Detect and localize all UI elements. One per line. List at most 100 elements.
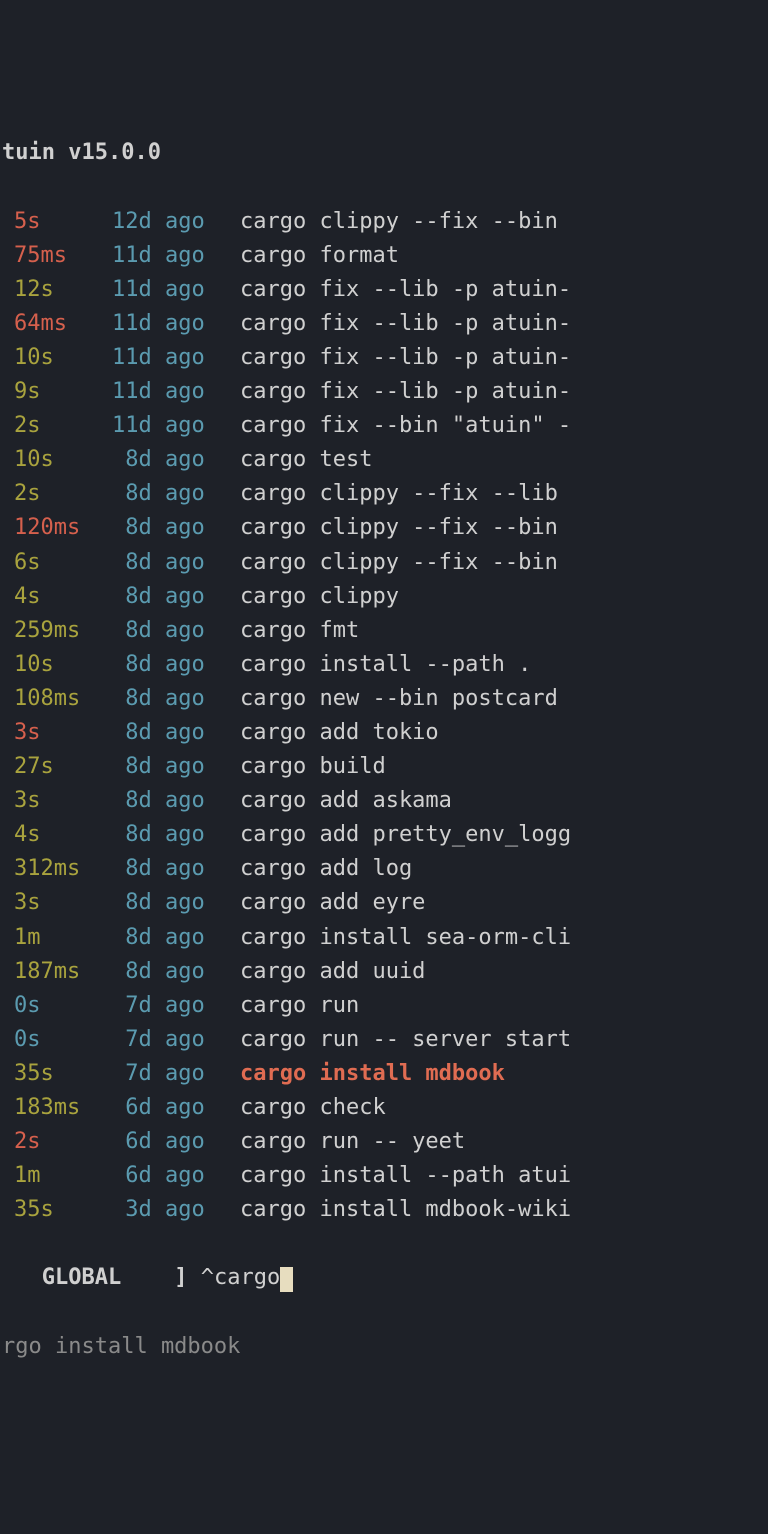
duration: 2s xyxy=(2,409,112,443)
age: 8d ago xyxy=(112,921,240,955)
duration: 3s xyxy=(2,716,112,750)
command: cargo fmt xyxy=(240,614,768,648)
history-row[interactable]: 35s 3d agocargo install mdbook-wiki xyxy=(2,1193,768,1227)
command: cargo clippy --fix --bin xyxy=(240,546,768,580)
history-row[interactable]: 0s 7d agocargo run xyxy=(2,989,768,1023)
history-row[interactable]: 2s11d agocargo fix --bin "atuin" - xyxy=(2,409,768,443)
command: cargo fix --lib -p atuin- xyxy=(240,375,768,409)
age: 8d ago xyxy=(112,580,240,614)
scope-label: GLOBAL xyxy=(42,1265,121,1290)
history-list: 5s12d agocargo clippy --fix --bin 75ms11… xyxy=(0,205,768,1228)
command: cargo clippy xyxy=(240,580,768,614)
age: 11d ago xyxy=(112,273,240,307)
duration: 312ms xyxy=(2,852,112,886)
history-row[interactable]: 1m 6d agocargo install --path atui xyxy=(2,1159,768,1193)
command: cargo fix --bin "atuin" - xyxy=(240,409,768,443)
command: cargo install mdbook xyxy=(240,1057,768,1091)
history-row[interactable]: 1m 8d agocargo install sea-orm-cli xyxy=(2,921,768,955)
history-row[interactable]: 3s 8d agocargo add tokio xyxy=(2,716,768,750)
history-row[interactable]: 5s12d agocargo clippy --fix --bin xyxy=(2,205,768,239)
duration: 4s xyxy=(2,580,112,614)
history-row[interactable]: 6s 8d agocargo clippy --fix --bin xyxy=(2,546,768,580)
age: 7d ago xyxy=(112,1023,240,1057)
age: 8d ago xyxy=(112,477,240,511)
age: 11d ago xyxy=(112,375,240,409)
age: 8d ago xyxy=(112,750,240,784)
command: cargo install sea-orm-cli xyxy=(240,921,768,955)
command: cargo build xyxy=(240,750,768,784)
history-row[interactable]: 9s11d agocargo fix --lib -p atuin- xyxy=(2,375,768,409)
age: 8d ago xyxy=(112,443,240,477)
history-row[interactable]: 3s 8d agocargo add askama xyxy=(2,784,768,818)
age: 8d ago xyxy=(112,546,240,580)
history-row[interactable]: 10s11d agocargo fix --lib -p atuin- xyxy=(2,341,768,375)
duration: 1m xyxy=(2,1159,112,1193)
history-row[interactable]: 108ms 8d agocargo new --bin postcard xyxy=(2,682,768,716)
history-row[interactable]: 183ms 6d agocargo check xyxy=(2,1091,768,1125)
duration: 10s xyxy=(2,341,112,375)
duration: 3s xyxy=(2,886,112,920)
history-row[interactable]: 259ms 8d agocargo fmt xyxy=(2,614,768,648)
age: 8d ago xyxy=(112,886,240,920)
search-bar[interactable]: GLOBAL ] ^cargo xyxy=(0,1261,768,1295)
history-row[interactable]: 10s 8d agocargo install --path . xyxy=(2,648,768,682)
age: 8d ago xyxy=(112,852,240,886)
command: cargo fix --lib -p atuin- xyxy=(240,307,768,341)
duration: 27s xyxy=(2,750,112,784)
command: cargo run -- server start xyxy=(240,1023,768,1057)
history-row[interactable]: 64ms11d agocargo fix --lib -p atuin- xyxy=(2,307,768,341)
command: cargo fix --lib -p atuin- xyxy=(240,273,768,307)
command: cargo clippy --fix --bin xyxy=(240,205,768,239)
duration: 259ms xyxy=(2,614,112,648)
duration: 10s xyxy=(2,443,112,477)
duration: 120ms xyxy=(2,511,112,545)
history-row[interactable]: 4s 8d agocargo clippy xyxy=(2,580,768,614)
history-row[interactable]: 187ms 8d agocargo add uuid xyxy=(2,955,768,989)
history-row[interactable]: 4s 8d agocargo add pretty_env_logg xyxy=(2,818,768,852)
command: cargo test xyxy=(240,443,768,477)
duration: 0s xyxy=(2,1023,112,1057)
history-row[interactable]: 10s 8d agocargo test xyxy=(2,443,768,477)
duration: 64ms xyxy=(2,307,112,341)
command: cargo add tokio xyxy=(240,716,768,750)
command: cargo format xyxy=(240,239,768,273)
command: cargo fix --lib -p atuin- xyxy=(240,341,768,375)
duration: 35s xyxy=(2,1193,112,1227)
age: 8d ago xyxy=(112,716,240,750)
history-row[interactable]: 27s 8d agocargo build xyxy=(2,750,768,784)
command: cargo add pretty_env_logg xyxy=(240,818,768,852)
duration: 183ms xyxy=(2,1091,112,1125)
history-row[interactable]: 75ms11d agocargo format xyxy=(2,239,768,273)
bracket: ] xyxy=(174,1265,187,1290)
age: 8d ago xyxy=(112,955,240,989)
history-row[interactable]: 2s 6d agocargo run -- yeet xyxy=(2,1125,768,1159)
duration: 4s xyxy=(2,818,112,852)
history-row[interactable]: 0s 7d agocargo run -- server start xyxy=(2,1023,768,1057)
age: 11d ago xyxy=(112,307,240,341)
history-row[interactable]: 3s 8d agocargo add eyre xyxy=(2,886,768,920)
age: 7d ago xyxy=(112,989,240,1023)
duration: 9s xyxy=(2,375,112,409)
history-row[interactable]: 2s 8d agocargo clippy --fix --lib xyxy=(2,477,768,511)
search-query[interactable]: ^cargo xyxy=(201,1265,280,1290)
age: 11d ago xyxy=(112,341,240,375)
age: 7d ago xyxy=(112,1057,240,1091)
age: 8d ago xyxy=(112,648,240,682)
command: cargo clippy --fix --bin xyxy=(240,511,768,545)
duration: 2s xyxy=(2,477,112,511)
history-row[interactable]: 12s11d agocargo fix --lib -p atuin- xyxy=(2,273,768,307)
age: 3d ago xyxy=(112,1193,240,1227)
duration: 2s xyxy=(2,1125,112,1159)
duration: 10s xyxy=(2,648,112,682)
preview-line: rgo install mdbook xyxy=(0,1330,768,1364)
app-header: tuin v15.0.0 xyxy=(0,136,768,170)
command: cargo new --bin postcard xyxy=(240,682,768,716)
history-row[interactable]: 120ms 8d agocargo clippy --fix --bin xyxy=(2,511,768,545)
command: cargo add log xyxy=(240,852,768,886)
history-row[interactable]: 35s 7d agocargo install mdbook xyxy=(2,1057,768,1091)
duration: 187ms xyxy=(2,955,112,989)
age: 8d ago xyxy=(112,682,240,716)
history-row[interactable]: 312ms 8d agocargo add log xyxy=(2,852,768,886)
duration: 35s xyxy=(2,1057,112,1091)
age: 8d ago xyxy=(112,614,240,648)
